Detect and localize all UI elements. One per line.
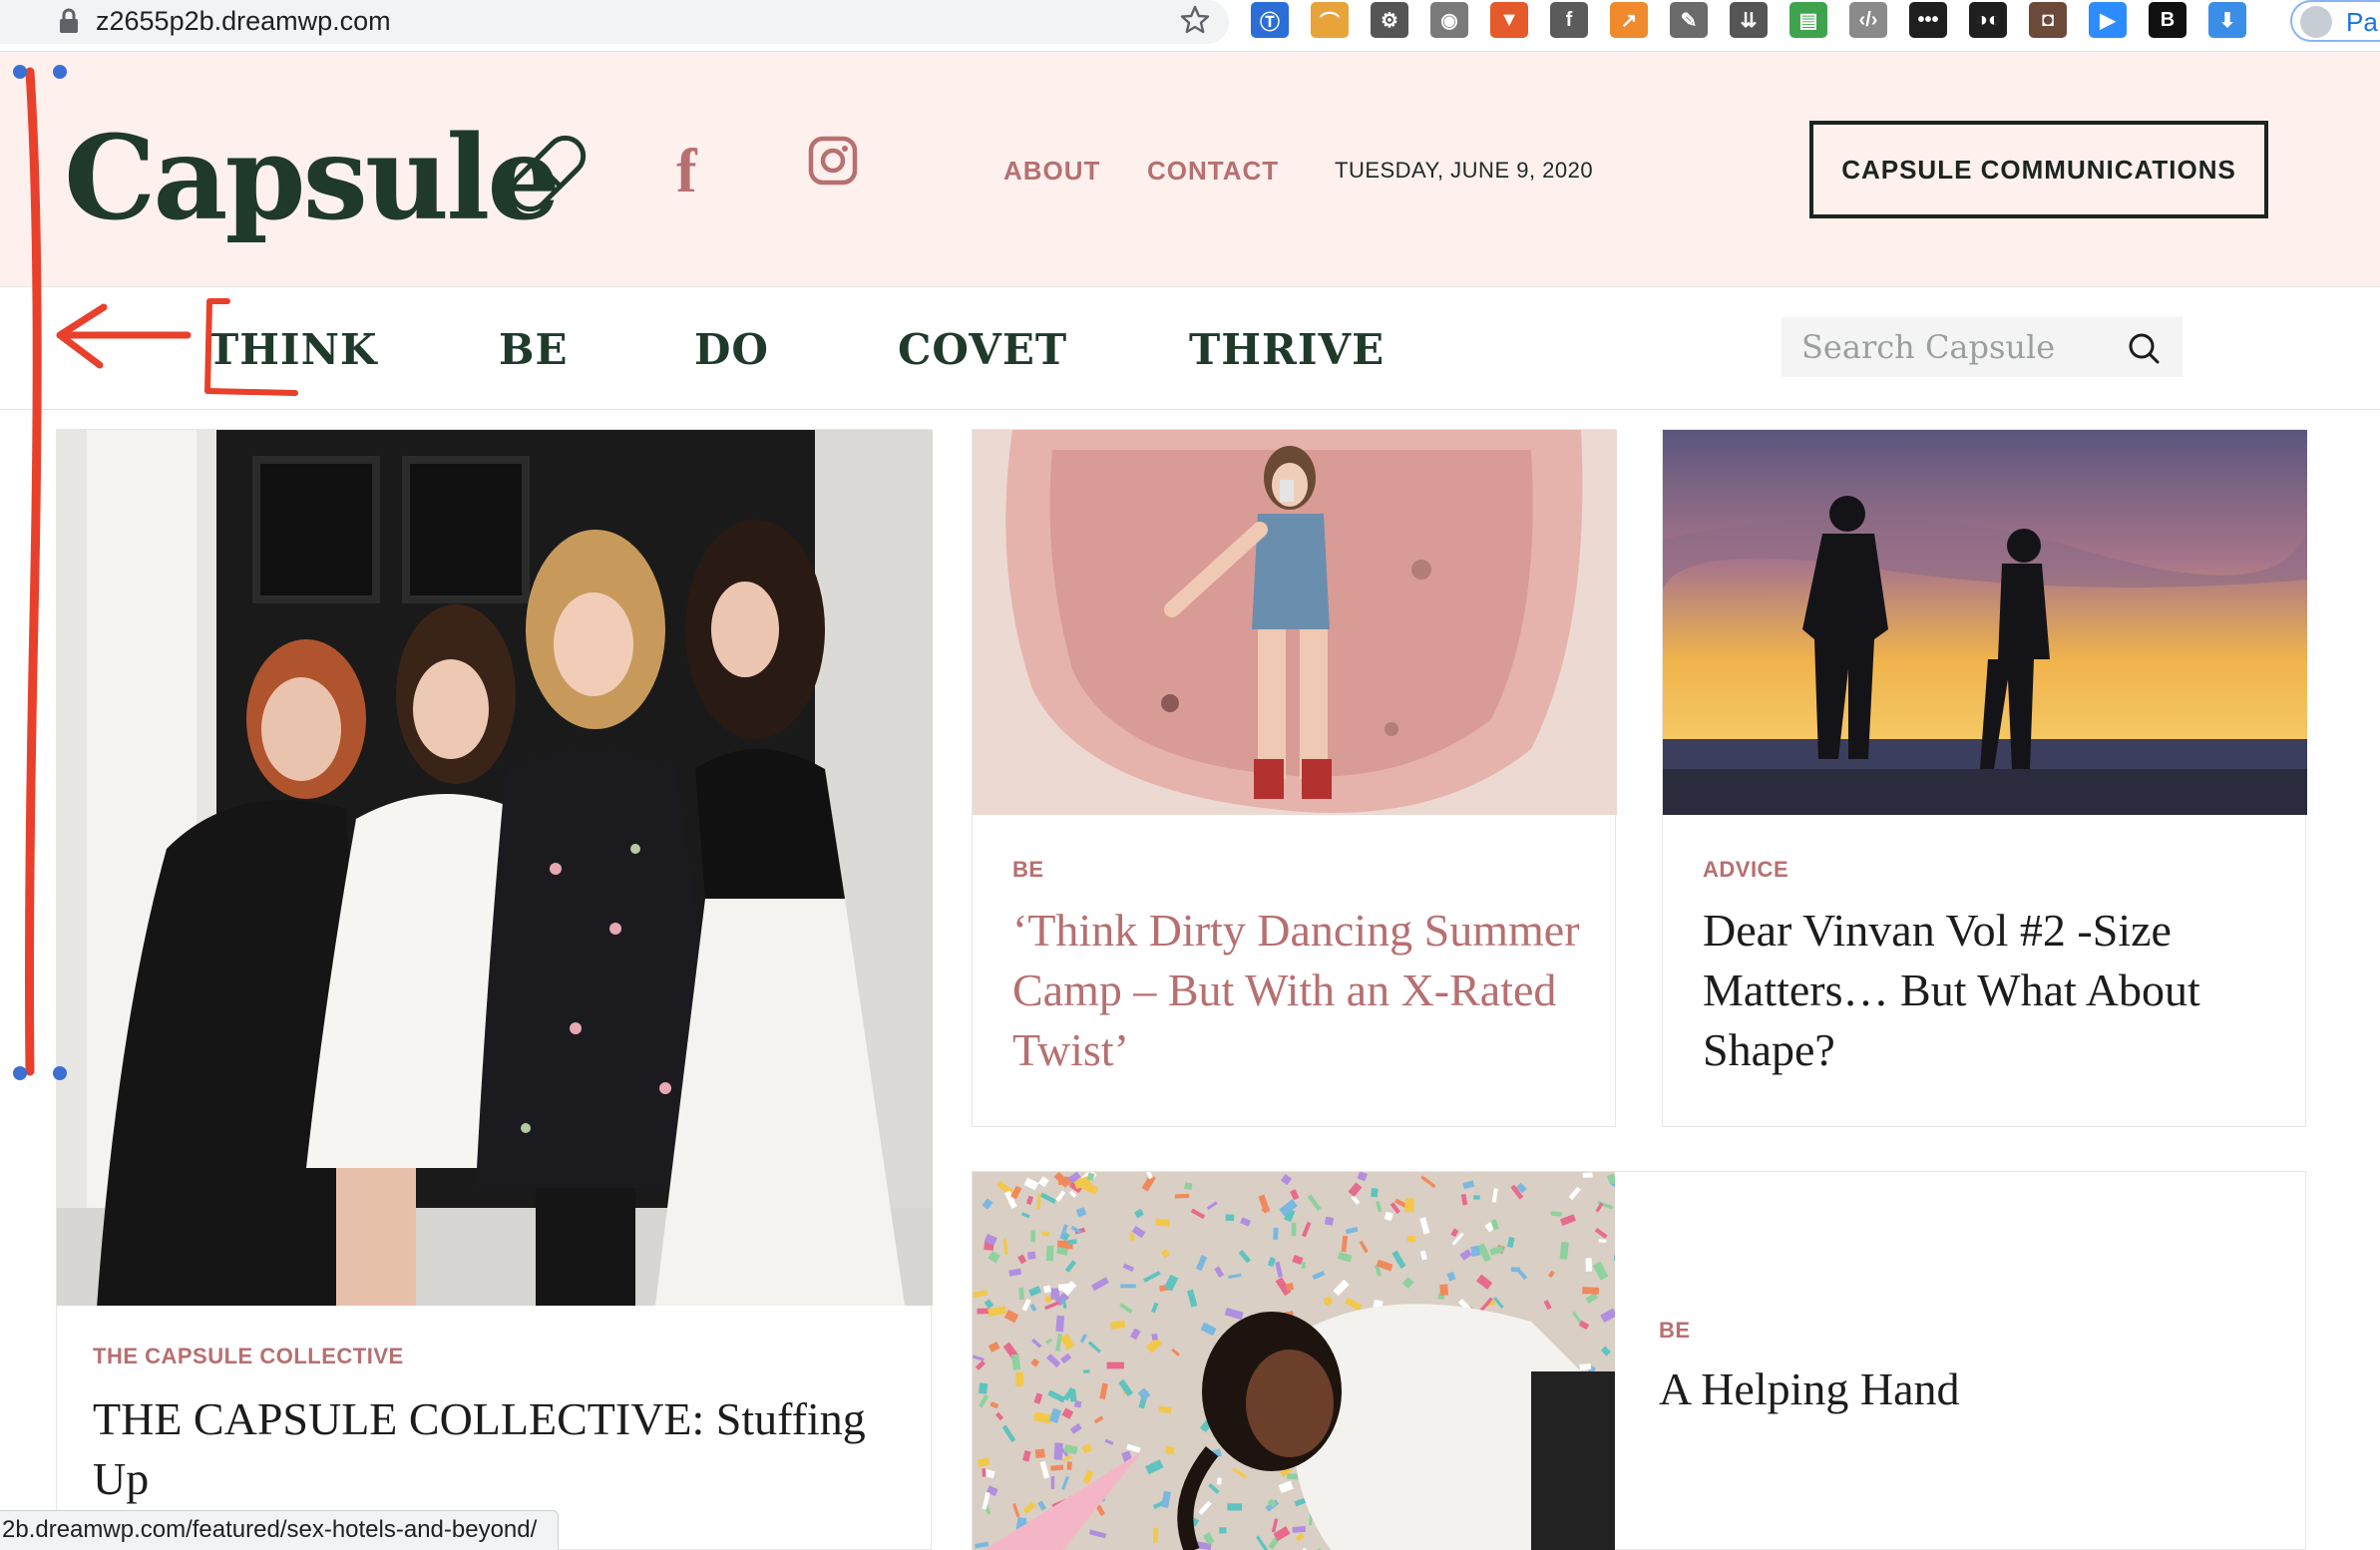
download-ext-icon[interactable]: ⬇	[2208, 2, 2246, 38]
featured-article-title[interactable]: THE CAPSULE COLLECTIVE: Stuffing Up	[93, 1389, 911, 1509]
shield-ext-icon[interactable]: ▼	[1490, 2, 1528, 38]
nav-item-covet[interactable]: COVET	[898, 315, 1067, 385]
article-title-sunset[interactable]: Dear Vinvan Vol #2 -Size Matters… But Wh…	[1703, 901, 2281, 1080]
article-card-tub[interactable]: BE ‘Think Dirty Dancing Summer Camp – Bu…	[972, 429, 1617, 1127]
zoom-ext-icon[interactable]: ▶	[2089, 2, 2127, 38]
featured-article-image[interactable]	[57, 430, 933, 1306]
bookmark-star-icon[interactable]	[1179, 4, 1211, 36]
link-status-bar: 2b.dreamwp.com/featured/sex-hotels-and-b…	[0, 1510, 559, 1550]
annotation-handle[interactable]	[13, 1066, 27, 1080]
code-ext-icon[interactable]: ‹/›	[1849, 2, 1887, 38]
bold-b-ext-icon[interactable]: B	[2149, 2, 2186, 38]
about-link[interactable]: ABOUT	[1003, 153, 1100, 189]
nav-item-thrive[interactable]: THRIVE	[1189, 315, 1385, 385]
glasses-ext-icon[interactable]: ◑◐	[1969, 2, 2007, 38]
article-title-tub[interactable]: ‘Think Dirty Dancing Summer Camp – But W…	[1012, 901, 1591, 1080]
article-category-sunset[interactable]: ADVICE	[1703, 855, 1788, 885]
chart-ext-icon[interactable]: ↗	[1610, 2, 1648, 38]
facebook-icon[interactable]: f	[676, 137, 697, 206]
translate-ext-icon[interactable]: Ⓣ	[1251, 2, 1289, 38]
primary-nav: THINK BE DO COVET THRIVE	[0, 286, 2380, 410]
article-card-sunset[interactable]: ADVICE Dear Vinvan Vol #2 -Size Matters……	[1662, 429, 2307, 1127]
download-arrow-ext-icon[interactable]: ⇊	[1730, 2, 1768, 38]
site-header: Capsule f ABOUT CONTACT TUESDAY, JUNE 9,…	[0, 53, 2380, 286]
article-image-confetti[interactable]	[973, 1172, 1615, 1550]
profile-label: Pa	[2346, 7, 2378, 37]
nav-item-be[interactable]: BE	[499, 315, 569, 385]
printer-ext-icon[interactable]: ▤	[1789, 2, 1827, 38]
search-input[interactable]	[1782, 317, 2121, 377]
instagram-icon[interactable]	[808, 136, 858, 186]
rainbow-ext-icon[interactable]: ⌒	[1311, 2, 1349, 38]
avatar	[2300, 6, 2332, 38]
profile-button[interactable]: Pa	[2290, 0, 2380, 42]
nav-item-do[interactable]: DO	[694, 315, 769, 385]
extensions-row: Ⓣ ⌒ ⚙ ◉ ▼ f ↗ ✎ ⇊ ▤ ‹/› ••• ◑◐ ◘ ▶ B ⬇	[1251, 2, 2268, 42]
article-image-tub[interactable]	[973, 430, 1617, 815]
article-card-confetti[interactable]: BE A Helping Hand	[972, 1171, 2306, 1550]
address-bar[interactable]: z2655p2b.dreamwp.com	[0, 0, 1229, 44]
lock-icon	[60, 8, 78, 33]
dots-ext-icon[interactable]: •••	[1909, 2, 1947, 38]
article-category-tub[interactable]: BE	[1012, 855, 1044, 885]
site-logo[interactable]: Capsule	[64, 109, 561, 248]
article-image-sunset[interactable]	[1663, 430, 2307, 815]
current-date: TUESDAY, JUNE 9, 2020	[1335, 158, 1594, 183]
nav-item-think[interactable]: THINK	[207, 315, 377, 385]
search-box	[1782, 317, 2182, 377]
note-ext-icon[interactable]: ✎	[1670, 2, 1708, 38]
instagram-ext-icon[interactable]: ◘	[2029, 2, 2067, 38]
article-category-confetti[interactable]: BE	[1659, 1316, 1691, 1346]
article-title-confetti[interactable]: A Helping Hand	[1659, 1359, 2257, 1419]
contact-link[interactable]: CONTACT	[1147, 153, 1279, 189]
facebook-ext-icon[interactable]: f	[1550, 2, 1588, 38]
featured-article-card[interactable]: THE CAPSULE COLLECTIVE THE CAPSULE COLLE…	[56, 429, 933, 1550]
capsule-communications-button[interactable]: CAPSULE COMMUNICATIONS	[1809, 121, 2268, 218]
gear-at-ext-icon[interactable]: ⚙	[1371, 2, 1408, 38]
url-text: z2655p2b.dreamwp.com	[96, 6, 391, 36]
search-icon[interactable]	[2127, 331, 2161, 365]
capsule-pill-icon	[509, 135, 587, 212]
featured-article-category[interactable]: THE CAPSULE COLLECTIVE	[93, 1342, 404, 1371]
camera-ext-icon[interactable]: ◉	[1430, 2, 1468, 38]
browser-toolbar: z2655p2b.dreamwp.com Ⓣ ⌒ ⚙ ◉ ▼ f ↗ ✎ ⇊ ▤ ‹/› ••• ◑◐ ◘…	[0, 0, 2380, 52]
